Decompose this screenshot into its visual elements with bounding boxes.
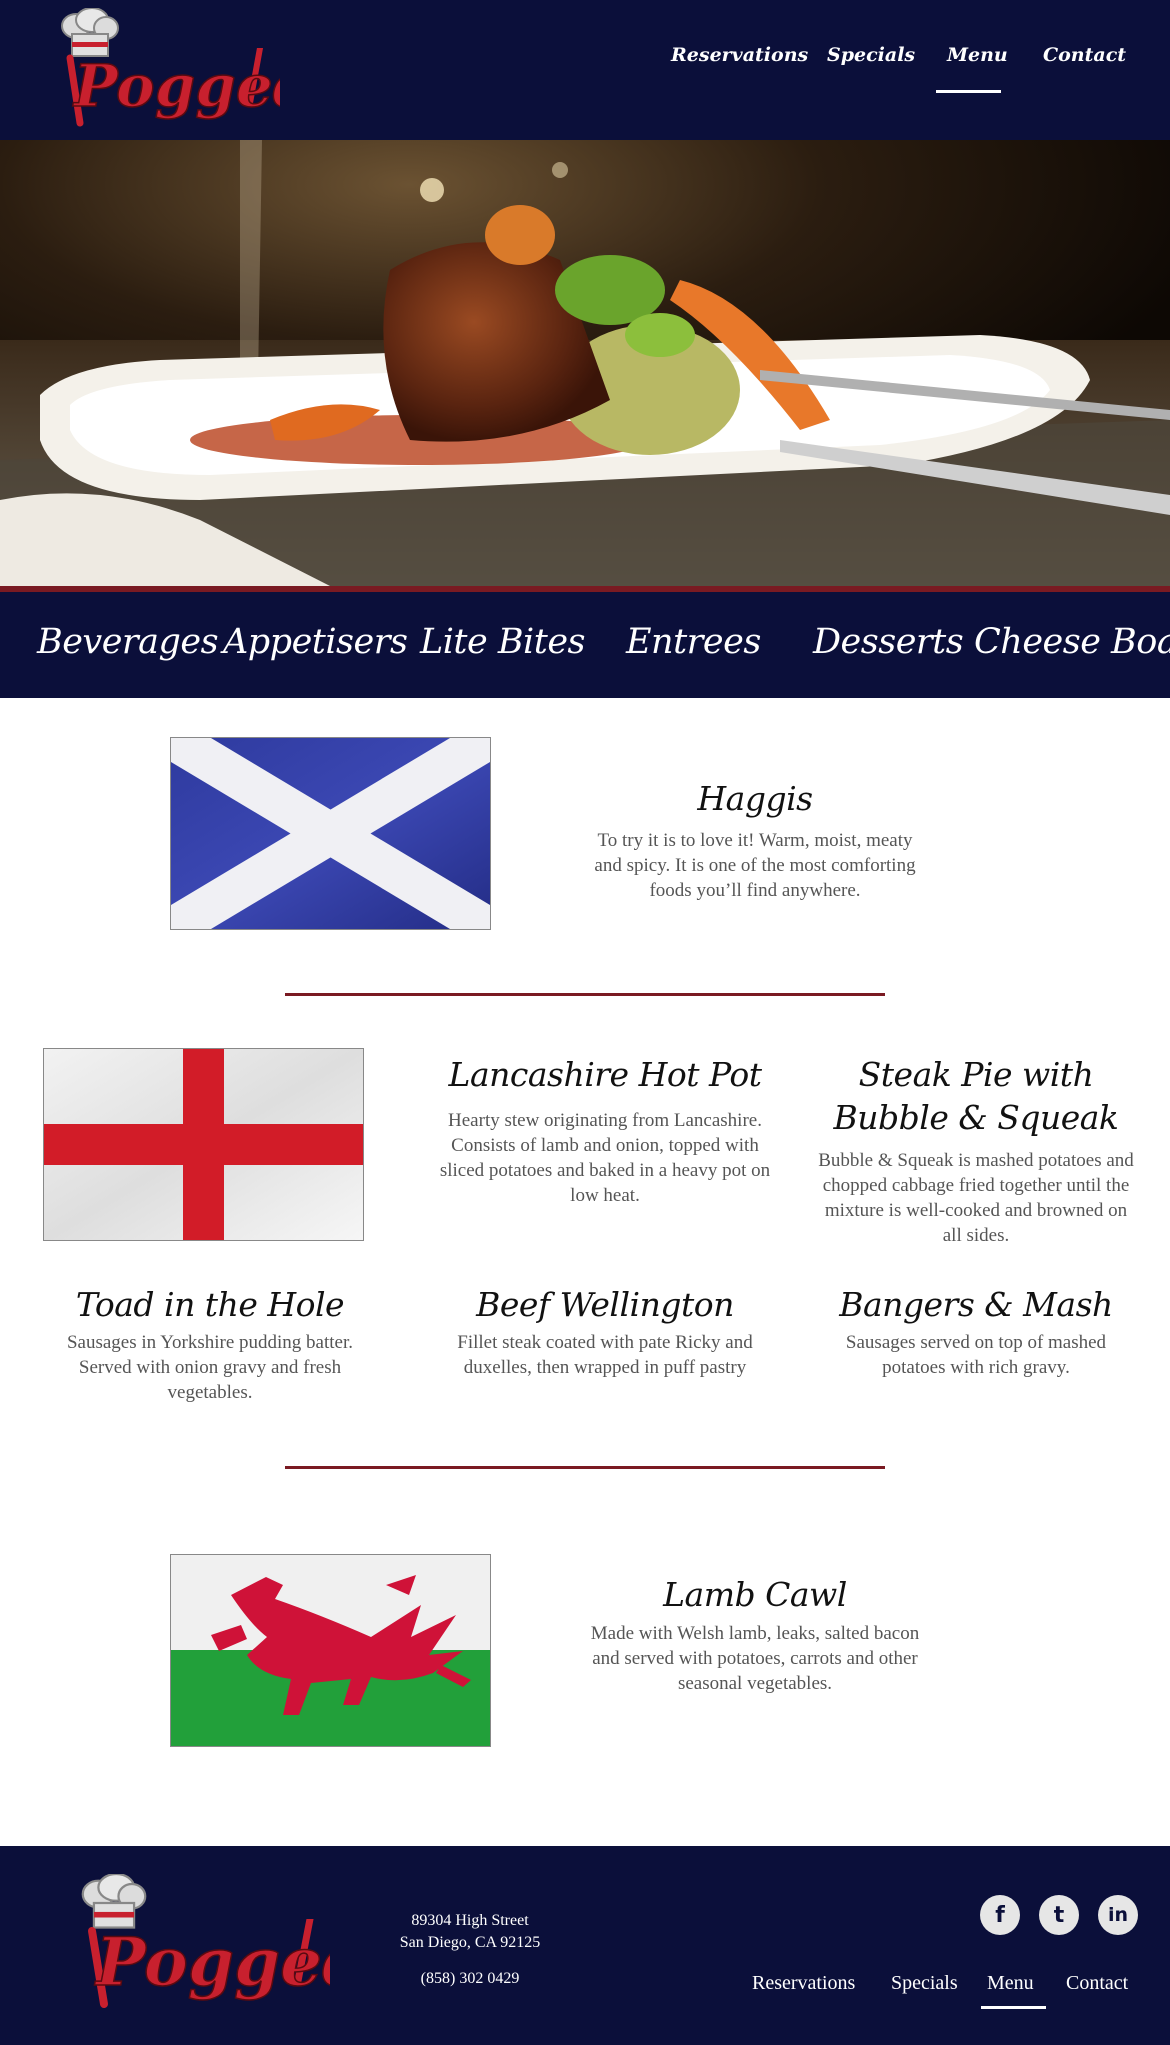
plated-steak-illustration (0, 140, 1170, 586)
dish-title-steakpie-line1: Steak Pie with (858, 1055, 1094, 1094)
hero-image (0, 140, 1170, 586)
category-desserts[interactable]: Desserts (813, 622, 964, 662)
dish-desc-wellington: Fillet steak coated with pate Ricky and … (457, 1332, 753, 1378)
facebook-icon[interactable]: f (980, 1895, 1020, 1935)
dish-title-haggis: Haggis (697, 779, 813, 818)
dish-title-toad: Toad in the Hole (75, 1285, 345, 1324)
nav-specials[interactable]: Specials (827, 44, 915, 66)
dish-desc-lambcawl: Made with Welsh lamb, leaks, salted baco… (590, 1623, 920, 1694)
dish-title-steakpie-line2: Bubble & Squeak (833, 1098, 1119, 1137)
england-flag (43, 1048, 364, 1241)
logo-wordmark: Pogged (66, 48, 280, 127)
dish-title-wellington: Beef Wellington (476, 1285, 734, 1324)
footer-nav-specials[interactable]: Specials (891, 1972, 958, 1995)
footer-logo[interactable]: Pogged (80, 1874, 330, 2014)
dish-title-lambcawl: Lamb Cawl (663, 1575, 847, 1614)
site-logo[interactable]: Pogged (60, 8, 280, 133)
site-header: Pogged Reservations Specials Menu Contac… (0, 0, 1170, 140)
nav-menu[interactable]: Menu (947, 44, 1008, 66)
section-divider (285, 993, 885, 996)
footer-nav-active-indicator (981, 2006, 1046, 2009)
svg-text:Pogged: Pogged (94, 1923, 330, 2001)
section-divider (285, 1466, 885, 1469)
category-appetisers[interactable]: Appetisers (223, 622, 408, 662)
category-beverages[interactable]: Beverages (37, 622, 219, 662)
category-entrees[interactable]: Entrees (626, 622, 761, 662)
dish-desc-bangers: Sausages served on top of mashed potatoe… (845, 1332, 1107, 1378)
footer-address-line2: San Diego, CA 92125 (399, 1934, 541, 1951)
dish-title-hotpot: Lancashire Hot Pot (448, 1055, 762, 1094)
dish-desc-hotpot: Hearty stew originating from Lancashire.… (439, 1110, 771, 1206)
scotland-flag (170, 737, 491, 930)
footer-nav-menu[interactable]: Menu (987, 1972, 1034, 1995)
twitter-icon[interactable]: t (1039, 1895, 1079, 1935)
dish-desc-toad: Sausages in Yorkshire pudding batter. Se… (66, 1332, 354, 1403)
nav-active-indicator (936, 90, 1001, 93)
category-cheese-board[interactable]: Cheese Board (974, 622, 1170, 662)
nav-contact[interactable]: Contact (1043, 44, 1126, 66)
category-lite-bites[interactable]: Lite Bites (420, 622, 586, 662)
nav-reservations[interactable]: Reservations (671, 44, 808, 66)
footer-nav-contact[interactable]: Contact (1066, 1972, 1128, 1995)
wales-flag (170, 1554, 491, 1747)
dish-title-bangers: Bangers & Mash (839, 1285, 1113, 1324)
footer-nav-reservations[interactable]: Reservations (752, 1972, 855, 1995)
dish-desc-haggis: To try it is to love it! Warm, moist, me… (594, 830, 916, 901)
footer-address-line1: 89304 High Street (411, 1912, 529, 1929)
footer-phone[interactable]: (858) 302 0429 (370, 1970, 570, 1988)
logo-wordmark: Pogged (88, 1919, 330, 2008)
menu-category-bar: Beverages Appetisers Lite Bites Entrees … (0, 592, 1170, 698)
dish-desc-steakpie: Bubble & Squeak is mashed potatoes and c… (818, 1150, 1134, 1246)
svg-text:Pogged: Pogged (72, 52, 280, 120)
linkedin-icon[interactable]: in (1098, 1895, 1138, 1935)
